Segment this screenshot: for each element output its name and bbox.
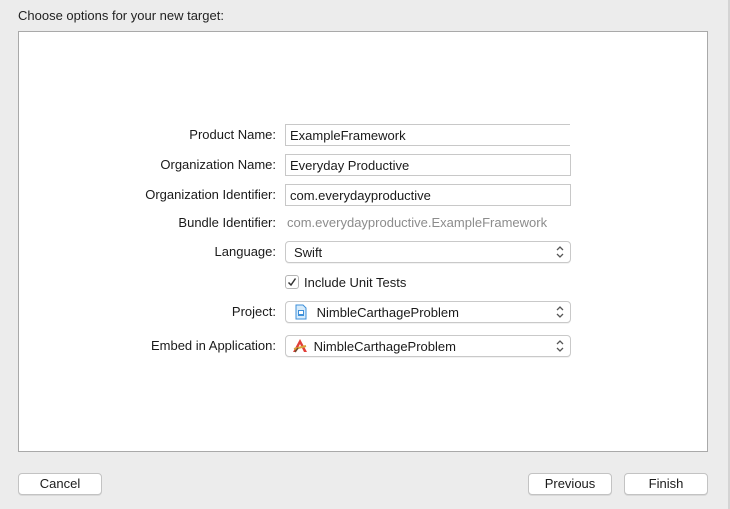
project-label: Project: <box>231 304 276 319</box>
language-label: Language: <box>214 244 276 259</box>
include-unit-tests-row: Include Unit Tests <box>19 272 707 294</box>
bundle-identifier-value: com.everydayproductive.ExampleFramework <box>287 215 548 230</box>
embed-in-application-label: Embed in Application: <box>150 338 276 353</box>
project-selected: NimbleCarthageProblem <box>316 305 459 320</box>
previous-button[interactable]: Previous <box>528 473 612 495</box>
language-row: Language: Swift <box>19 241 707 263</box>
cancel-button[interactable]: Cancel <box>18 473 102 495</box>
product-name-input[interactable]: ExampleFramework <box>285 124 570 146</box>
include-unit-tests-checkbox[interactable] <box>285 275 299 289</box>
organization-identifier-row: Organization Identifier: com.everydaypro… <box>19 184 707 206</box>
include-unit-tests-label[interactable]: Include Unit Tests <box>304 275 406 290</box>
language-popup[interactable]: Swift <box>285 241 571 263</box>
organization-name-label: Organization Name: <box>160 157 276 172</box>
finish-button[interactable]: Finish <box>624 473 708 495</box>
embed-in-application-popup[interactable]: NimbleCarthageProblem <box>285 335 571 357</box>
organization-identifier-label: Organization Identifier: <box>145 187 276 202</box>
up-down-chevron-icon <box>556 306 564 318</box>
xcode-project-file-icon <box>295 304 307 320</box>
checkmark-icon <box>287 278 297 287</box>
organization-name-row: Organization Name: Everyday Productive <box>19 154 707 176</box>
bundle-identifier-label: Bundle Identifier: <box>178 215 276 230</box>
up-down-chevron-icon <box>556 246 564 258</box>
product-name-row: Product Name: ExampleFramework <box>19 124 707 146</box>
bundle-identifier-row: Bundle Identifier: com.everydayproductiv… <box>19 212 707 234</box>
organization-identifier-input[interactable]: com.everydayproductive <box>285 184 571 206</box>
dialog-heading: Choose options for your new target: <box>18 8 224 23</box>
options-panel: Product Name: ExampleFramework Organizat… <box>18 31 708 452</box>
language-selected: Swift <box>294 245 323 260</box>
app-target-icon <box>293 339 307 353</box>
organization-name-input[interactable]: Everyday Productive <box>285 154 571 176</box>
project-popup[interactable]: NimbleCarthageProblem <box>285 301 571 323</box>
embed-in-application-selected: NimbleCarthageProblem <box>313 339 456 354</box>
project-row: Project: NimbleCarthageProblem <box>19 301 707 323</box>
embed-in-application-row: Embed in Application: NimbleCarthageProb… <box>19 335 707 357</box>
up-down-chevron-icon <box>556 340 564 352</box>
product-name-label: Product Name: <box>189 127 276 142</box>
